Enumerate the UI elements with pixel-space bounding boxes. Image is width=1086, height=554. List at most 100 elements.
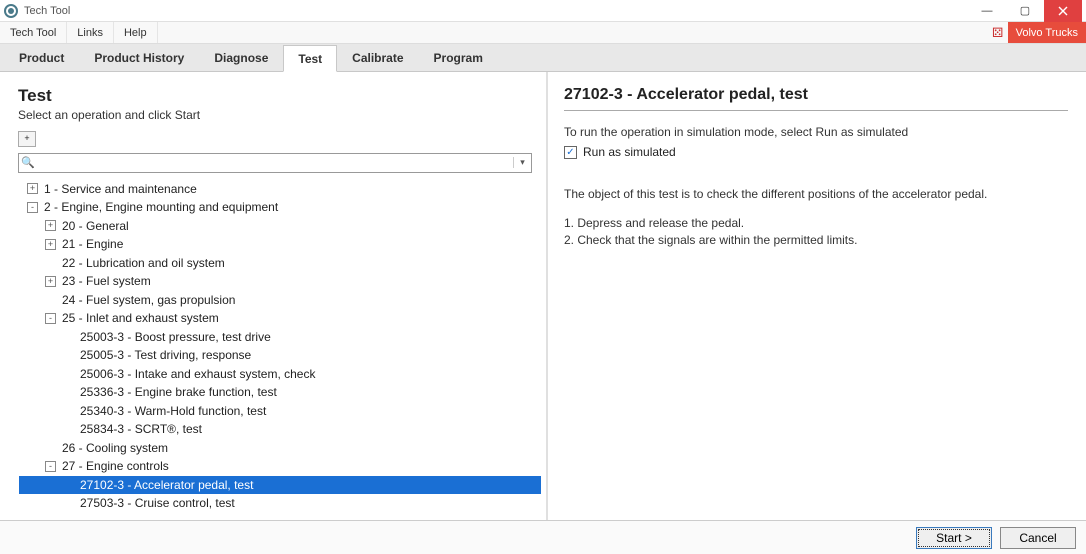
tree-label: 25006-3 - Intake and exhaust system, che…	[80, 367, 315, 381]
tree-label: 25005-3 - Test driving, response	[80, 348, 251, 362]
tree-label: 26 - Cooling system	[62, 441, 168, 455]
tree-row[interactable]: +23 - Fuel system	[19, 272, 541, 291]
step-2: 2. Check that the signals are within the…	[564, 232, 1068, 249]
tree-row[interactable]: +28 - Ignition and control system	[19, 513, 541, 517]
tab-product-history[interactable]: Product History	[79, 44, 199, 71]
left-pane: Test Select an operation and click Start…	[0, 72, 548, 520]
tree-label: 25 - Inlet and exhaust system	[62, 311, 219, 325]
tree-label: 20 - General	[62, 219, 129, 233]
toggle-spacer	[45, 294, 56, 305]
tree-label: 27503-3 - Cruise control, test	[80, 496, 235, 510]
maximize-button[interactable]: ▢	[1006, 0, 1044, 22]
toggle-spacer	[63, 479, 74, 490]
page-title: Test	[18, 86, 542, 106]
collapse-icon[interactable]: -	[27, 202, 38, 213]
tree-row[interactable]: 25006-3 - Intake and exhaust system, che…	[19, 365, 541, 384]
search-input[interactable]	[37, 155, 513, 171]
tree-row[interactable]: +21 - Engine	[19, 235, 541, 254]
divider	[564, 110, 1068, 111]
operation-description: The object of this test is to check the …	[564, 187, 1068, 201]
toggle-spacer	[63, 331, 74, 342]
tab-diagnose[interactable]: Diagnose	[199, 44, 283, 71]
tree-label: 27 - Engine controls	[62, 459, 169, 473]
tree-label: 28 - Ignition and control system	[62, 515, 229, 516]
tree-label: 25834-3 - SCRT®, test	[80, 422, 202, 436]
expand-icon[interactable]: +	[45, 220, 56, 231]
tree-row[interactable]: 25003-3 - Boost pressure, test drive	[19, 328, 541, 347]
workarea: Test Select an operation and click Start…	[0, 72, 1086, 520]
menu-help[interactable]: Help	[114, 22, 158, 43]
minimize-button[interactable]: —	[968, 0, 1006, 22]
menubar: Tech Tool Links Help ⚄ Volvo Trucks	[0, 22, 1086, 44]
tree-row[interactable]: +20 - General	[19, 217, 541, 236]
tree-label: 1 - Service and maintenance	[44, 182, 197, 196]
collapse-icon[interactable]: -	[45, 461, 56, 472]
tree-label: 23 - Fuel system	[62, 274, 151, 288]
toggle-spacer	[63, 424, 74, 435]
toggle-spacer	[45, 257, 56, 268]
tree-row[interactable]: 26 - Cooling system	[19, 439, 541, 458]
tree-row[interactable]: 27503-3 - Cruise control, test	[19, 494, 541, 513]
toggle-spacer	[63, 387, 74, 398]
expand-icon[interactable]: +	[27, 183, 38, 194]
window-title: Tech Tool	[24, 5, 70, 17]
tree-row[interactable]: 22 - Lubrication and oil system	[19, 254, 541, 273]
expand-icon[interactable]: +	[45, 239, 56, 250]
tab-product[interactable]: Product	[4, 44, 79, 71]
tree-row[interactable]: -2 - Engine, Engine mounting and equipme…	[19, 198, 541, 217]
tree-label: 24 - Fuel system, gas propulsion	[62, 293, 235, 307]
app-icon	[4, 4, 18, 18]
run-as-simulated-label: Run as simulated	[583, 145, 676, 159]
expand-icon[interactable]: +	[45, 276, 56, 287]
tree-label: 27102-3 - Accelerator pedal, test	[80, 478, 520, 492]
sim-instruction: To run the operation in simulation mode,…	[564, 125, 1068, 139]
operation-tree[interactable]: +1 - Service and maintenance-2 - Engine,…	[18, 177, 542, 517]
collapse-icon[interactable]: -	[45, 313, 56, 324]
chevron-down-icon[interactable]: ▾	[513, 157, 531, 168]
operation-steps: 1. Depress and release the pedal. 2. Che…	[564, 215, 1068, 249]
tree-label: 25003-3 - Boost pressure, test drive	[80, 330, 271, 344]
menu-links[interactable]: Links	[67, 22, 114, 43]
tree-label: 25340-3 - Warm-Hold function, test	[80, 404, 266, 418]
right-pane: 27102-3 - Accelerator pedal, test To run…	[548, 72, 1086, 520]
tabbar: Product Product History Diagnose Test Ca…	[0, 44, 1086, 72]
close-icon	[1058, 6, 1068, 16]
step-1: 1. Depress and release the pedal.	[564, 215, 1068, 232]
tree-row[interactable]: 27102-3 - Accelerator pedal, test	[19, 476, 541, 495]
tree-row[interactable]: 25834-3 - SCRT®, test	[19, 420, 541, 439]
tree-label: 25336-3 - Engine brake function, test	[80, 385, 277, 399]
tree-label: 22 - Lubrication and oil system	[62, 256, 225, 270]
toggle-spacer	[63, 405, 74, 416]
brand-badge[interactable]: Volvo Trucks	[1008, 22, 1086, 43]
tree-label: 2 - Engine, Engine mounting and equipmen…	[44, 200, 278, 214]
toggle-spacer	[45, 442, 56, 453]
search-box[interactable]: 🔍 ▾	[18, 153, 532, 173]
run-as-simulated-row[interactable]: ✓ Run as simulated	[564, 145, 1068, 159]
toggle-spacer	[63, 350, 74, 361]
tree-row[interactable]: +1 - Service and maintenance	[19, 180, 541, 199]
tree-row[interactable]: 24 - Fuel system, gas propulsion	[19, 291, 541, 310]
obd-icon[interactable]: ⚄	[988, 22, 1008, 43]
tree-row[interactable]: -27 - Engine controls	[19, 457, 541, 476]
run-as-simulated-checkbox[interactable]: ✓	[564, 146, 577, 159]
tree-row[interactable]: -25 - Inlet and exhaust system	[19, 309, 541, 328]
tab-calibrate[interactable]: Calibrate	[337, 44, 418, 71]
search-icon: 🔍	[19, 156, 37, 169]
start-button[interactable]: Start >	[916, 527, 992, 549]
tab-program[interactable]: Program	[419, 44, 498, 71]
menu-tech-tool[interactable]: Tech Tool	[0, 22, 67, 43]
toggle-spacer	[63, 498, 74, 509]
tree-row[interactable]: 25005-3 - Test driving, response	[19, 346, 541, 365]
toggle-spacer	[63, 368, 74, 379]
cancel-button[interactable]: Cancel	[1000, 527, 1076, 549]
tree-label: 21 - Engine	[62, 237, 123, 251]
footer: Start > Cancel	[0, 520, 1086, 554]
close-button[interactable]	[1044, 0, 1082, 22]
expand-all-button[interactable]: +	[18, 131, 36, 147]
operation-heading: 27102-3 - Accelerator pedal, test	[564, 86, 1068, 104]
titlebar: Tech Tool — ▢	[0, 0, 1086, 22]
page-subtitle: Select an operation and click Start	[18, 108, 542, 122]
tree-row[interactable]: 25336-3 - Engine brake function, test	[19, 383, 541, 402]
tree-row[interactable]: 25340-3 - Warm-Hold function, test	[19, 402, 541, 421]
tab-test[interactable]: Test	[283, 45, 337, 72]
